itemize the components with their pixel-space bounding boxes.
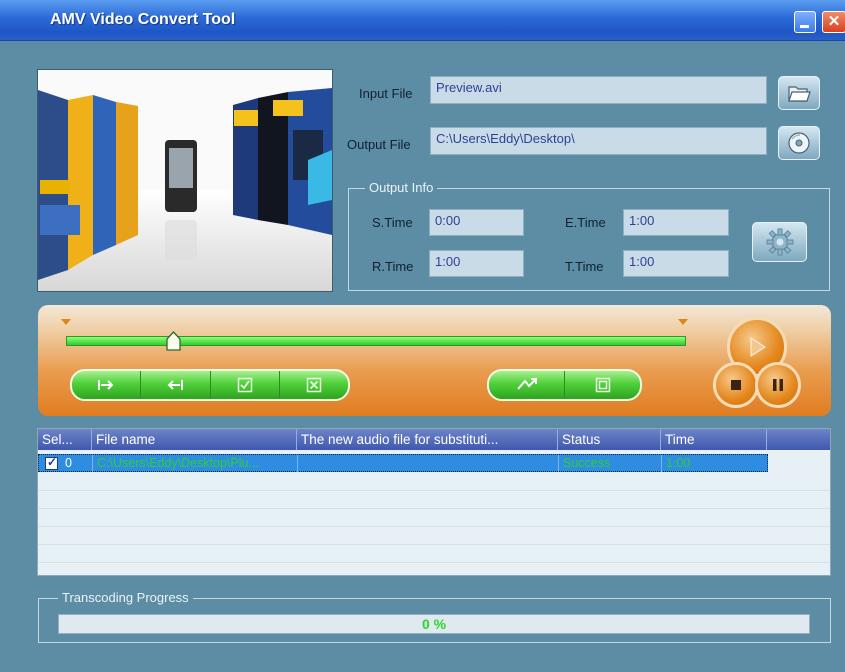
row-checkbox[interactable] [45,455,58,470]
start-marker-icon [61,319,71,325]
column-header-time[interactable]: Time [661,429,767,450]
row-time: 1:00 [666,456,691,470]
row-audio-file [298,455,559,472]
s-time-label: S.Time [372,215,413,230]
edit-controls-group [70,369,350,401]
output-file-field[interactable]: C:\Users\Eddy\Desktop\ [430,127,767,155]
gear-icon [766,228,793,256]
list-empty-row [38,509,830,527]
video-preview [37,69,333,292]
folder-open-icon [788,86,811,102]
file-list-header: Sel... File name The new audio file for … [38,429,830,450]
t-time-label: T.Time [565,259,604,274]
checkbox-checked-icon [237,377,252,393]
list-empty-row [38,473,830,491]
mark-out-icon [167,380,184,390]
list-empty-row [38,491,830,509]
title-bar[interactable]: AMV Video Convert Tool ✕ [0,0,845,41]
input-file-field[interactable]: Preview.avi [430,76,767,104]
open-file-button[interactable] [778,76,820,110]
column-header-select[interactable]: Sel... [38,429,92,450]
timeline-slider[interactable] [66,336,686,346]
mark-out-button[interactable] [141,371,211,399]
t-time-field[interactable]: 1:00 [623,250,729,277]
window-title: AMV Video Convert Tool [50,11,236,28]
progress-bar: 0 % [58,614,810,634]
row-file-name: C:\Users\Eddy\Desktop\Plu... [93,455,298,472]
e-time-field[interactable]: 1:00 [623,209,729,236]
row-status: Success [559,455,662,472]
fullscreen-button[interactable] [565,371,640,399]
end-marker-icon [678,319,688,325]
mark-in-button[interactable] [72,371,142,399]
settings-button[interactable] [752,222,807,262]
transcoding-progress-title: Transcoding Progress [58,590,193,605]
audio-controls-group [487,369,642,401]
mark-in-icon [98,380,114,390]
pause-button[interactable] [755,362,801,408]
swap-arrows-icon [516,378,537,390]
input-file-label: Input File [359,86,413,101]
s-time-field[interactable]: 0:00 [429,209,524,236]
play-icon [750,337,766,357]
close-button[interactable]: ✕ [822,11,845,33]
check-all-button[interactable] [211,371,280,399]
table-row[interactable]: 0 C:\Users\Eddy\Desktop\Plu... Success 1… [38,454,768,472]
file-list[interactable]: Sel... File name The new audio file for … [37,428,831,576]
e-time-label: E.Time [565,215,606,230]
output-file-label: Output File [347,137,411,152]
column-header-audio[interactable]: The new audio file for substituti... [297,429,558,450]
pause-icon [773,379,783,391]
checkbox-cross-icon [306,377,322,393]
minimize-button[interactable] [794,11,816,33]
output-folder-button[interactable] [778,126,820,160]
list-empty-row [38,527,830,545]
slider-thumb[interactable] [166,331,181,351]
uncheck-all-button[interactable] [280,371,348,399]
row-index: 0 [61,455,93,472]
r-time-field[interactable]: 1:00 [429,250,524,277]
output-info-title: Output Info [365,180,438,195]
swap-audio-button[interactable] [489,371,565,399]
column-header-file-name[interactable]: File name [92,429,297,450]
preview-frame-image [38,70,332,291]
stop-icon [731,380,741,390]
app-window: AMV Video Convert Tool ✕ Input File Prev… [0,0,845,672]
frame-icon [595,377,610,393]
r-time-label: R.Time [372,259,414,274]
column-header-status[interactable]: Status [558,429,661,450]
list-empty-row [38,545,830,563]
disc-icon [788,132,810,154]
stop-button[interactable] [713,362,759,408]
